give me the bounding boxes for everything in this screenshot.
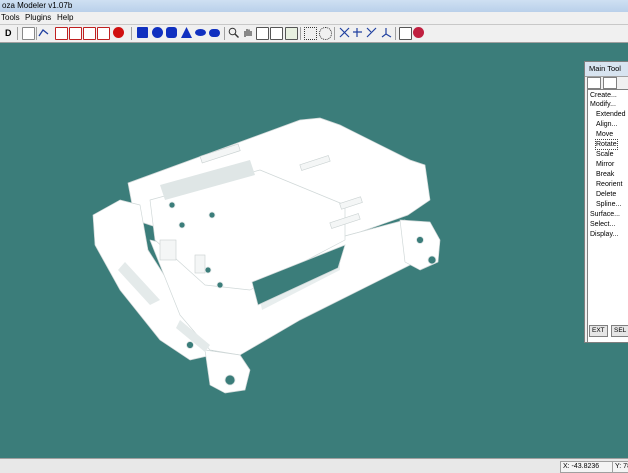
toolbar-d-button[interactable]: D: [5, 26, 12, 40]
frame-view-icon[interactable]: [256, 27, 269, 40]
toolbar-separator: [395, 27, 396, 40]
panel-buttons: [587, 77, 628, 89]
menu-tools[interactable]: Tools: [1, 12, 20, 24]
tool-item-surface[interactable]: Surface...: [590, 210, 620, 219]
frame-all-icon[interactable]: [270, 27, 283, 40]
menu-bar: Tools Plugins Help: [0, 12, 628, 25]
panel-title: Main Tool: [585, 62, 628, 77]
window-title: oza Modeler v1.07b: [2, 1, 73, 10]
menu-plugins[interactable]: Plugins: [25, 12, 51, 24]
grid-toggle-icon[interactable]: [399, 27, 412, 40]
panel-back-button[interactable]: [587, 77, 601, 89]
tool-item-delete[interactable]: Delete: [596, 190, 616, 199]
cone-icon[interactable]: [181, 27, 192, 38]
box-wire-2-icon[interactable]: [69, 27, 82, 40]
tool-item-reorient[interactable]: Reorient: [596, 180, 622, 189]
torus-icon[interactable]: [195, 29, 206, 36]
menu-help[interactable]: Help: [57, 12, 73, 24]
axis-icon[interactable]: [381, 27, 392, 38]
status-y-coord: Y: 78: [612, 461, 628, 473]
main-tool-panel: Main Tool Create... Modify... Extended A…: [584, 61, 628, 343]
render-view-icon[interactable]: [285, 27, 298, 40]
tool-item-select[interactable]: Select...: [590, 220, 615, 229]
zoom-icon[interactable]: [228, 27, 239, 38]
status-x-coord: X: -43.8236: [560, 461, 614, 473]
cube-icon[interactable]: [137, 27, 148, 38]
bracket-model: [92, 117, 441, 394]
box-wire-4-icon[interactable]: [97, 27, 110, 40]
tool-item-rotate[interactable]: Rotate: [595, 139, 618, 150]
select-rect-icon[interactable]: [304, 27, 317, 40]
3d-viewport[interactable]: [0, 43, 628, 458]
toolbar-separator: [17, 27, 18, 40]
cylinder-icon[interactable]: [166, 27, 177, 38]
tab-sel[interactable]: SEL: [611, 325, 628, 337]
toolbar-separator: [300, 27, 301, 40]
tool-item-create[interactable]: Create...: [590, 91, 617, 100]
scale-arrows-icon[interactable]: [366, 27, 377, 38]
tool-item-scale[interactable]: Scale: [596, 150, 614, 159]
tool-item-mirror[interactable]: Mirror: [596, 160, 614, 169]
select-circle-icon[interactable]: [319, 27, 332, 40]
sphere-red-icon[interactable]: [113, 27, 124, 38]
pan-hand-icon[interactable]: [242, 27, 253, 38]
panel-footer: EXT SEL: [587, 325, 628, 337]
toolbar: D: [0, 25, 628, 43]
tool-item-extended[interactable]: Extended: [596, 110, 626, 119]
panel-forward-button[interactable]: [603, 77, 617, 89]
toolbar-separator: [36, 27, 37, 40]
toolbar-separator: [334, 27, 335, 40]
toolbar-separator: [224, 27, 225, 40]
tool-item-break[interactable]: Break: [596, 170, 614, 179]
line-tool-icon[interactable]: [38, 27, 49, 38]
tool-item-display[interactable]: Display...: [590, 230, 618, 239]
disc-icon[interactable]: [209, 29, 220, 37]
tool-item-spline[interactable]: Spline...: [596, 200, 621, 209]
box-wire-icon[interactable]: [55, 27, 68, 40]
tool-item-move[interactable]: Move: [596, 130, 613, 139]
move-arrows-icon[interactable]: [339, 27, 350, 38]
status-bar: X: -43.8236 Y: 78: [0, 458, 628, 473]
snap-toggle-icon[interactable]: [413, 27, 424, 38]
tab-ext[interactable]: EXT: [589, 325, 608, 337]
tool-item-modify[interactable]: Modify...: [590, 100, 616, 109]
tool-list: Create... Modify... Extended Align... Mo…: [587, 89, 628, 342]
pointer-icon[interactable]: [22, 27, 35, 40]
tool-item-align[interactable]: Align...: [596, 120, 617, 129]
rotate-arrows-icon[interactable]: [352, 27, 363, 38]
toolbar-separator: [131, 27, 132, 40]
box-wire-3-icon[interactable]: [83, 27, 96, 40]
sphere-icon[interactable]: [152, 27, 163, 38]
